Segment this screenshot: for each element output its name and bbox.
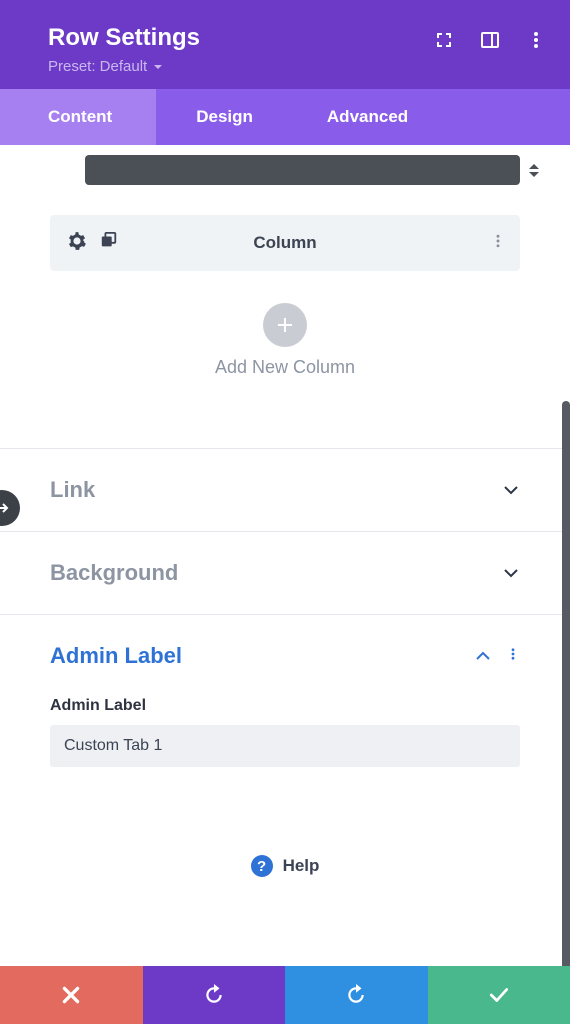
kebab-menu-icon[interactable] xyxy=(526,30,546,50)
arrow-right-icon xyxy=(0,499,11,517)
sort-handle-icon[interactable] xyxy=(524,160,544,180)
save-button[interactable] xyxy=(428,966,570,1024)
expand-icon[interactable] xyxy=(434,30,454,50)
section-admin-title: Admin Label xyxy=(50,643,182,669)
section-admin-label[interactable]: Admin Label xyxy=(0,614,570,697)
panel-icon[interactable] xyxy=(480,30,500,50)
close-icon xyxy=(60,984,82,1006)
tab-content[interactable]: Content xyxy=(0,89,156,145)
add-column-label: Add New Column xyxy=(0,357,570,378)
scrollbar[interactable] xyxy=(562,401,570,966)
redo-icon xyxy=(345,984,367,1006)
help-label: Help xyxy=(283,856,320,876)
admin-label-input[interactable] xyxy=(50,725,520,767)
help-link[interactable]: ? Help xyxy=(0,827,570,917)
section-kebab-icon[interactable] xyxy=(506,647,520,666)
plus-icon xyxy=(275,315,295,335)
duplicate-icon[interactable] xyxy=(100,232,118,255)
modal-footer xyxy=(0,966,570,1024)
column-item[interactable]: Column xyxy=(50,215,520,271)
admin-label-field-label: Admin Label xyxy=(50,697,520,715)
row-settings-modal: Row Settings Preset: Default Content Des… xyxy=(0,0,570,1024)
scroll-area[interactable]: Column Add New Column Link Background xyxy=(0,145,570,966)
column-kebab-icon[interactable] xyxy=(490,233,506,254)
redo-button[interactable] xyxy=(285,966,428,1024)
undo-button[interactable] xyxy=(143,966,286,1024)
tab-advanced[interactable]: Advanced xyxy=(293,89,442,145)
cancel-button[interactable] xyxy=(0,966,143,1024)
caret-down-icon xyxy=(153,62,163,72)
tab-design[interactable]: Design xyxy=(156,89,293,145)
add-column-button[interactable] xyxy=(263,303,307,347)
column-structure-bar[interactable] xyxy=(85,155,520,185)
preset-selector[interactable]: Preset: Default xyxy=(48,58,546,75)
help-icon: ? xyxy=(251,855,273,877)
section-link[interactable]: Link xyxy=(0,448,570,531)
gear-icon[interactable] xyxy=(68,232,86,255)
section-background-title: Background xyxy=(50,560,178,586)
column-label: Column xyxy=(253,233,316,253)
undo-icon xyxy=(203,984,225,1006)
tabs: Content Design Advanced xyxy=(0,89,570,145)
chevron-down-icon xyxy=(502,481,520,499)
chevron-up-icon xyxy=(474,647,492,665)
section-link-title: Link xyxy=(50,477,95,503)
check-icon xyxy=(488,984,510,1006)
preset-label: Preset: Default xyxy=(48,58,147,75)
chevron-down-icon xyxy=(502,564,520,582)
admin-label-body: Admin Label xyxy=(0,697,570,827)
section-background[interactable]: Background xyxy=(0,531,570,614)
modal-header: Row Settings Preset: Default xyxy=(0,0,570,89)
modal-body: Column Add New Column Link Background xyxy=(0,145,570,966)
modal-title: Row Settings xyxy=(48,24,200,52)
